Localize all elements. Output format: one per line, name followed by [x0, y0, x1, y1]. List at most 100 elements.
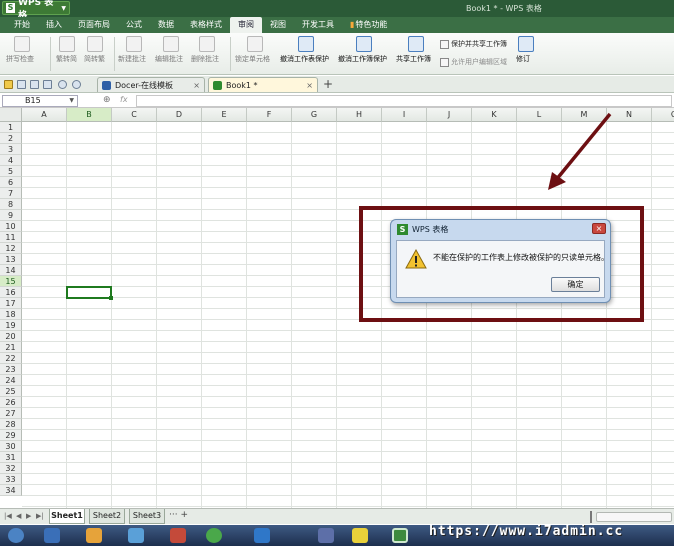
selected-cell-b15[interactable]: [66, 286, 113, 300]
next-sheet-icon[interactable]: ▶: [26, 512, 31, 520]
close-icon[interactable]: ×: [193, 81, 200, 90]
column-header[interactable]: O: [652, 108, 674, 122]
row-header[interactable]: 9: [0, 210, 22, 221]
row-header[interactable]: 8: [0, 199, 22, 210]
trad-to-simp-button[interactable]: 繁转简: [56, 36, 77, 64]
row-header[interactable]: 17: [0, 298, 22, 309]
row-header[interactable]: 23: [0, 364, 22, 375]
row-header[interactable]: 4: [0, 155, 22, 166]
row-header[interactable]: 21: [0, 342, 22, 353]
last-sheet-icon[interactable]: ▶|: [36, 512, 44, 520]
taskbar-app-icon[interactable]: [254, 528, 270, 543]
row-header[interactable]: 24: [0, 375, 22, 386]
add-sheet-button[interactable]: ··· +: [169, 510, 188, 520]
column-header[interactable]: G: [292, 108, 337, 122]
row-header[interactable]: 28: [0, 419, 22, 430]
column-header[interactable]: E: [202, 108, 247, 122]
menu-page-layout[interactable]: 页面布局: [70, 17, 118, 33]
row-header[interactable]: 16: [0, 287, 22, 298]
print-icon[interactable]: [30, 80, 39, 89]
taskbar-app-icon[interactable]: [128, 528, 144, 543]
row-header[interactable]: 1: [0, 122, 22, 133]
sheet-tab-sheet1[interactable]: Sheet1: [49, 509, 85, 524]
row-header[interactable]: 7: [0, 188, 22, 199]
row-header[interactable]: 20: [0, 331, 22, 342]
column-header[interactable]: I: [382, 108, 427, 122]
column-header[interactable]: F: [247, 108, 292, 122]
lock-cell-button[interactable]: 锁定单元格: [235, 36, 270, 64]
column-header[interactable]: J: [427, 108, 472, 122]
protect-and-share-button[interactable]: 保护并共享工作簿: [440, 39, 507, 49]
wps-app-menu-button[interactable]: S WPS 表格 ▼: [2, 0, 70, 21]
row-header[interactable]: 13: [0, 254, 22, 265]
row-header[interactable]: 31: [0, 452, 22, 463]
taskbar-app-icon[interactable]: [318, 528, 334, 543]
row-header[interactable]: 29: [0, 430, 22, 441]
taskbar-app-icon[interactable]: [86, 528, 102, 543]
row-header[interactable]: 6: [0, 177, 22, 188]
row-header[interactable]: 5: [0, 166, 22, 177]
spell-check-button[interactable]: 拼写检查: [6, 36, 34, 64]
menu-formulas[interactable]: 公式: [118, 17, 150, 33]
allow-edit-ranges-button[interactable]: 允许用户编辑区域: [440, 57, 507, 67]
menu-insert[interactable]: 插入: [38, 17, 70, 33]
first-sheet-icon[interactable]: |◀: [4, 512, 12, 520]
close-icon[interactable]: ×: [306, 81, 313, 90]
sheet-tab-sheet3[interactable]: Sheet3: [129, 509, 165, 524]
row-header[interactable]: 25: [0, 386, 22, 397]
wps-taskbar-icon[interactable]: [392, 528, 408, 543]
menu-special-features[interactable]: ▮特色功能: [342, 17, 395, 33]
tab-docer[interactable]: Docer-在线模板 ×: [97, 77, 205, 92]
taskbar-app-icon[interactable]: [170, 528, 186, 543]
undo-icon[interactable]: [58, 80, 67, 89]
redo-icon[interactable]: [72, 80, 81, 89]
row-header[interactable]: 2: [0, 133, 22, 144]
prev-sheet-icon[interactable]: ◀: [16, 512, 21, 520]
simp-to-trad-button[interactable]: 简转繁: [84, 36, 105, 64]
new-tab-plus-icon[interactable]: +: [323, 77, 333, 91]
unprotect-workbook-button[interactable]: 撤消工作簿保护: [338, 36, 387, 64]
row-header[interactable]: 32: [0, 463, 22, 474]
edit-comment-button[interactable]: 编辑批注: [155, 36, 183, 64]
print-preview-icon[interactable]: [43, 80, 52, 89]
start-icon[interactable]: [8, 528, 24, 543]
save-icon[interactable]: [17, 80, 26, 89]
taskbar-app-icon[interactable]: [206, 528, 222, 543]
row-header[interactable]: 3: [0, 144, 22, 155]
unprotect-sheet-button[interactable]: 撤消工作表保护: [280, 36, 329, 64]
zoom-icon[interactable]: ⊕: [103, 95, 111, 105]
dialog-close-button[interactable]: ×: [592, 223, 606, 234]
row-header[interactable]: 34: [0, 485, 22, 496]
column-header[interactable]: A: [22, 108, 67, 122]
menu-view[interactable]: 视图: [262, 17, 294, 33]
menu-home[interactable]: 开始: [6, 17, 38, 33]
track-changes-button[interactable]: 修订: [516, 36, 534, 64]
row-header[interactable]: 30: [0, 441, 22, 452]
share-workbook-button[interactable]: 共享工作簿: [396, 36, 431, 64]
row-header[interactable]: 12: [0, 243, 22, 254]
sheet-tab-sheet2[interactable]: Sheet2: [89, 509, 125, 524]
row-header[interactable]: 26: [0, 397, 22, 408]
column-header[interactable]: D: [157, 108, 202, 122]
select-all-corner[interactable]: [0, 108, 22, 122]
menu-table-style[interactable]: 表格样式: [182, 17, 230, 33]
new-comment-button[interactable]: 新建批注: [118, 36, 146, 64]
row-header[interactable]: 14: [0, 265, 22, 276]
row-header[interactable]: 10: [0, 221, 22, 232]
column-header[interactable]: B: [67, 108, 112, 122]
menu-data[interactable]: 数据: [150, 17, 182, 33]
formula-input[interactable]: [136, 95, 672, 107]
name-box[interactable]: B15 ▼: [2, 95, 78, 107]
row-header[interactable]: 19: [0, 320, 22, 331]
row-header[interactable]: 33: [0, 474, 22, 485]
scroll-splitter[interactable]: [590, 511, 592, 523]
column-header[interactable]: H: [337, 108, 382, 122]
row-header[interactable]: 15: [0, 276, 22, 287]
menu-review[interactable]: 审阅: [230, 17, 262, 33]
open-folder-icon[interactable]: [4, 80, 13, 89]
row-header[interactable]: 18: [0, 309, 22, 320]
menu-developer[interactable]: 开发工具: [294, 17, 342, 33]
row-header[interactable]: 27: [0, 408, 22, 419]
taskbar-app-icon[interactable]: [352, 528, 368, 543]
row-header[interactable]: 11: [0, 232, 22, 243]
